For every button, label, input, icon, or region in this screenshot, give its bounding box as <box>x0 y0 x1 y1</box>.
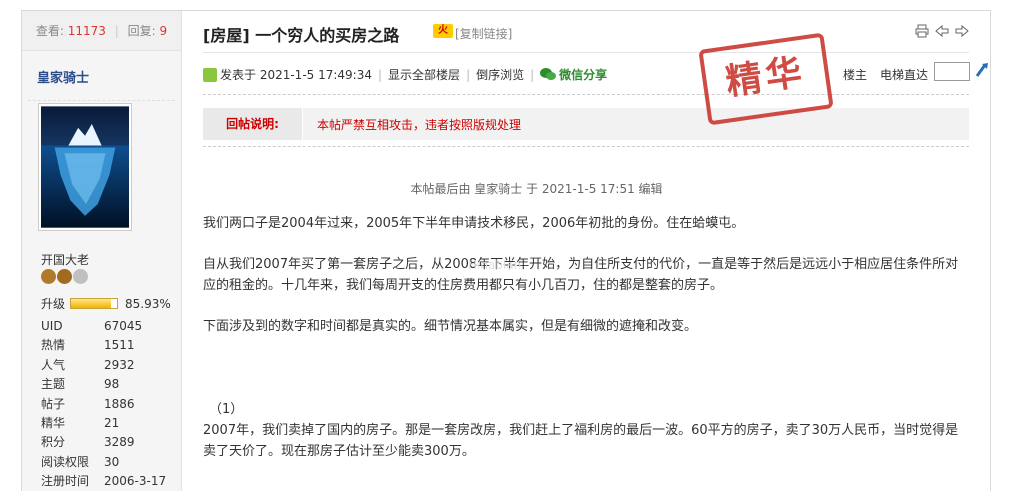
jump-go-icon[interactable] <box>975 62 989 78</box>
online-status-icon <box>203 67 217 82</box>
reverse-order-link[interactable]: 倒序浏览 <box>476 66 524 83</box>
post-paragraph: 2007年，我们卖掉了国内的房子。那是一套房改房，我们赶上了福利房的最后一波。6… <box>203 423 959 459</box>
meta-divider: | <box>378 67 383 82</box>
profile-row: 注册时间 2006-3-17 <box>41 472 171 491</box>
floor-jump-input[interactable] <box>934 62 970 81</box>
author-name[interactable]: 皇家骑士 <box>28 51 175 101</box>
level-bar <box>70 298 119 309</box>
profile-row: UID 67045 <box>41 317 171 336</box>
post-body: 我们两口子是2004年过来，2005年下半年申请技术移民，2006年初批的身份。… <box>203 213 969 462</box>
floor-jump-label: 电梯直达 <box>880 68 929 82</box>
post-paragraph: 自从我们2007年买了第一套房子之后，从2008年下半年开始，为自住所支付的代价… <box>203 257 959 293</box>
profile-value: 1511 <box>104 338 135 353</box>
profile-value[interactable]: 1886 <box>104 395 135 414</box>
post-time: 发表于 2021-1-5 17:49:34 <box>220 68 372 82</box>
post-paragraph: 我们两口子是2004年过来，2005年下半年申请技术移民，2006年初批的身份。… <box>203 216 745 231</box>
profile-key: UID <box>41 319 63 333</box>
iceberg-avatar-image <box>41 106 129 228</box>
level-bar-fill <box>71 299 111 308</box>
notice-divider <box>203 146 969 147</box>
profile-key: 积分 <box>41 435 66 450</box>
profile-row: 人气 2932 <box>41 356 171 375</box>
wechat-share-button[interactable]: 微信分享 <box>540 66 607 83</box>
wechat-share-label: 微信分享 <box>559 68 608 82</box>
edit-info: 本帖最后由 皇家骑士 于 2021-1-5 17:51 编辑 <box>410 182 663 196</box>
wechat-icon <box>540 68 557 80</box>
print-icon[interactable] <box>915 24 929 38</box>
profile-row: 热情 1511 <box>41 336 171 355</box>
user-rank: 开国大老 <box>41 253 90 267</box>
profile-row: 帖子 1886 <box>41 395 171 414</box>
profile-key: 注册时间 <box>41 474 90 489</box>
profile-row: 精华 21 <box>41 414 171 433</box>
stats-divider: | <box>114 24 119 38</box>
thread-title: [房屋] 一个穷人的买房之路 <box>203 26 400 45</box>
thread-title-bar: [房屋] 一个穷人的买房之路 火 [复制链接] <box>203 11 969 53</box>
copy-link-button[interactable]: [复制链接] <box>455 25 512 42</box>
medal-row <box>41 269 88 284</box>
level-label: 升级 <box>41 297 66 311</box>
medal-icon[interactable] <box>41 269 56 284</box>
author-sidebar: 查看: 11173 | 回复: 9 皇家骑士 开国大老 升级 85.93% UI… <box>22 11 182 491</box>
reply-notice: 回帖说明: 本帖严禁互相攻击，违者按照版规处理 <box>203 108 969 140</box>
floor-label: 楼主 <box>843 68 868 82</box>
post-meta-bar: 发表于 2021-1-5 17:49:34 | 显示全部楼层 | 倒序浏览 | … <box>203 32 988 126</box>
views-label: 查看: <box>35 24 64 38</box>
show-all-floors-link[interactable]: 显示全部楼层 <box>388 66 460 83</box>
replies-count: 9 <box>159 24 168 38</box>
profile-key: 热情 <box>41 338 66 353</box>
post-main: [房屋] 一个穷人的买房之路 火 [复制链接] 发表于 2021-1-5 17:… <box>203 11 990 491</box>
profile-key: 帖子 <box>41 396 66 411</box>
profile-value: 2006-3-17 <box>104 474 167 489</box>
meta-divider: | <box>466 67 471 82</box>
notice-label: 回帖说明: <box>203 108 303 140</box>
post-paragraph: （1） <box>209 402 244 417</box>
level-progress: 升级 85.93% <box>41 295 171 312</box>
profile-value: 21 <box>104 415 120 430</box>
meta-divider: | <box>530 67 535 82</box>
views-count: 11173 <box>67 24 106 38</box>
level-percent: 85.93% <box>125 296 171 311</box>
profile-row: 主题 98 <box>41 375 171 394</box>
replies-label: 回复: <box>127 24 156 38</box>
profile-value[interactable]: 67045 <box>104 317 142 336</box>
profile-value: 3289 <box>104 435 135 450</box>
thread-stats: 查看: 11173 | 回复: 9 <box>22 11 181 51</box>
profile-row: 积分 3289 <box>41 433 171 452</box>
profile-key: 人气 <box>41 357 66 372</box>
profile-key: 精华 <box>41 415 66 430</box>
medal-icon[interactable] <box>73 269 88 284</box>
post-paragraph: 下面涉及到的数字和时间都是真实的。细节情况基本属实，但是有细微的遮掩和改变。 <box>203 319 698 334</box>
profile-value: 30 <box>104 454 120 469</box>
profile-row: 阅读权限 30 <box>41 453 171 472</box>
notice-text: 本帖严禁互相攻击，违者按照版规处理 <box>317 117 522 132</box>
profile-value: 2932 <box>104 357 135 372</box>
avatar[interactable] <box>38 103 132 231</box>
profile-key: 主题 <box>41 377 66 392</box>
profile-value[interactable]: 98 <box>104 375 119 394</box>
prev-thread-icon[interactable] <box>935 24 949 38</box>
profile-stats: UID 67045 热情 1511 人气 2932 主题 98 帖子 1886 精华 21 … <box>41 317 171 491</box>
thread-tools <box>915 24 969 38</box>
hot-badge: 火 <box>433 24 453 38</box>
profile-key: 阅读权限 <box>41 454 90 469</box>
post-meta: 发表于 2021-1-5 17:49:34 | 显示全部楼层 | 倒序浏览 | … <box>203 66 607 83</box>
watermark: Hinabian <box>468 258 522 272</box>
post-frame: 查看: 11173 | 回复: 9 皇家骑士 开国大老 升级 85.93% UI… <box>21 10 991 491</box>
medal-icon[interactable] <box>57 269 72 284</box>
next-thread-icon[interactable] <box>955 24 969 38</box>
